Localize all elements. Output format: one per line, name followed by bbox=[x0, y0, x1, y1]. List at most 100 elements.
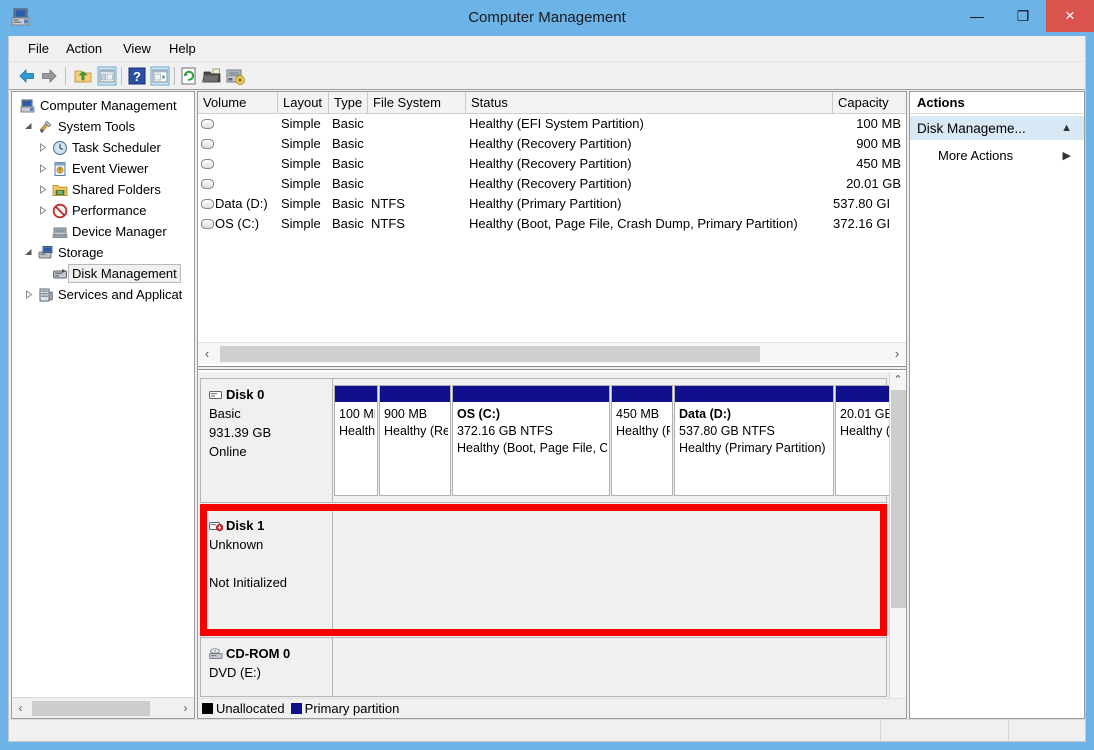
disk-legend: UnallocatedPrimary partition bbox=[198, 698, 906, 718]
maximize-button[interactable]: ❐ bbox=[1000, 0, 1046, 32]
cell-status: Healthy (Boot, Page File, Crash Dump, Pr… bbox=[469, 214, 831, 234]
cell-type: Basic bbox=[332, 194, 368, 214]
status-segment-main bbox=[9, 720, 881, 741]
partition-recovery-900mb[interactable]: 900 MB Healthy (Recovery Partition) bbox=[379, 385, 451, 496]
tree-item-performance[interactable]: Performance bbox=[12, 200, 194, 221]
chevron-up-icon[interactable]: ▲ bbox=[1061, 116, 1072, 141]
expander-collapsed-icon[interactable] bbox=[38, 206, 47, 215]
partition-recovery-450mb[interactable]: 450 MB Healthy (Recovery Partition) bbox=[611, 385, 673, 496]
chevron-right-icon[interactable]: ▶ bbox=[1063, 144, 1071, 168]
tree-item-computer-management[interactable]: Computer Management bbox=[12, 95, 194, 116]
volume-icon bbox=[201, 179, 214, 189]
disk-1-header[interactable]: Disk 1 Unknown Not Initialized bbox=[201, 510, 333, 630]
partition-efi[interactable]: 100 MB Healthy (EFI System Partition) bbox=[334, 385, 378, 496]
rescan-disks-icon[interactable] bbox=[225, 66, 245, 86]
expander-collapsed-icon[interactable] bbox=[38, 164, 47, 173]
expander-collapsed-icon[interactable] bbox=[38, 143, 47, 152]
cell-layout: Simple bbox=[281, 194, 329, 214]
disk-view-vertical-scrollbar[interactable]: ⌃ ⌄ bbox=[889, 372, 906, 718]
disk-row-disk-1[interactable]: Disk 1 Unknown Not Initialized bbox=[200, 509, 887, 631]
tree-item-storage[interactable]: Storage bbox=[12, 242, 194, 263]
expander-expanded-icon[interactable] bbox=[24, 248, 33, 257]
expander-collapsed-icon[interactable] bbox=[24, 290, 33, 299]
tree-label: Services and Applicat bbox=[58, 284, 182, 305]
tree-label: Task Scheduler bbox=[72, 137, 161, 158]
tree-scroll-right-button[interactable]: › bbox=[177, 698, 194, 718]
disk-scroll-up-button[interactable]: ⌃ bbox=[890, 372, 906, 389]
partition-status: Healthy (EFI System Partition) bbox=[339, 423, 375, 440]
disk-0-header[interactable]: Disk 0 Basic 931.39 GB Online bbox=[201, 379, 333, 502]
list-scroll-right-button[interactable]: › bbox=[888, 343, 906, 364]
tree-item-shared-folders[interactable]: 22 Shared Folders bbox=[12, 179, 194, 200]
tree-item-device-manager[interactable]: Device Manager bbox=[12, 221, 194, 242]
column-header-type[interactable]: Type bbox=[329, 92, 368, 113]
disk-scroll-thumb[interactable] bbox=[891, 390, 906, 608]
show-hide-console-tree-icon[interactable] bbox=[97, 66, 117, 86]
cell-capacity: 20.01 GB bbox=[833, 174, 901, 194]
partition-data-d[interactable]: Data (D:) 537.80 GB NTFS Healthy (Primar… bbox=[674, 385, 834, 496]
cdrom-0-header[interactable]: CD-ROM 0 DVD (E:) bbox=[201, 638, 333, 696]
expander-expanded-icon[interactable] bbox=[24, 122, 33, 131]
cell-status: Healthy (Recovery Partition) bbox=[469, 174, 831, 194]
table-row[interactable]: Simple Basic Healthy (Recovery Partition… bbox=[198, 154, 906, 174]
disk-icon bbox=[209, 390, 223, 401]
table-row[interactable]: Simple Basic Healthy (Recovery Partition… bbox=[198, 174, 906, 194]
volume-icon bbox=[201, 219, 214, 229]
volume-list-header: Volume Layout Type File System Status Ca… bbox=[198, 92, 906, 114]
tree-item-disk-management[interactable]: Disk Management bbox=[12, 263, 194, 284]
show-hide-action-pane-icon[interactable] bbox=[150, 66, 170, 86]
disk-row-disk-0[interactable]: Disk 0 Basic 931.39 GB Online 10 bbox=[200, 378, 887, 503]
menu-bar: File Action View Help bbox=[9, 36, 1085, 62]
minimize-button[interactable]: — bbox=[954, 0, 1000, 32]
partition-title: Data (D:) bbox=[679, 407, 731, 421]
action-more-actions[interactable]: More Actions ▶ bbox=[910, 144, 1084, 168]
expander-collapsed-icon[interactable] bbox=[38, 185, 47, 194]
close-button[interactable]: × bbox=[1046, 0, 1094, 32]
tree-label: Device Manager bbox=[72, 221, 167, 242]
cell-status: Healthy (Recovery Partition) bbox=[469, 134, 831, 154]
list-scroll-left-button[interactable]: ‹ bbox=[198, 343, 216, 364]
column-header-file-system[interactable]: File System bbox=[368, 92, 466, 113]
forward-icon[interactable] bbox=[39, 66, 59, 86]
tree-scroll-left-button[interactable]: ‹ bbox=[12, 698, 29, 718]
table-row[interactable]: Simple Basic Healthy (EFI System Partiti… bbox=[198, 114, 906, 134]
menu-file[interactable]: File bbox=[19, 36, 58, 62]
up-folder-icon[interactable] bbox=[73, 66, 93, 86]
cell-status: Healthy (Recovery Partition) bbox=[469, 154, 831, 174]
help-icon[interactable]: ? bbox=[127, 66, 147, 86]
volume-list-horizontal-scrollbar[interactable]: ‹ › bbox=[198, 342, 906, 364]
tree-item-system-tools[interactable]: System Tools bbox=[12, 116, 194, 137]
cdrom-0-partitions bbox=[334, 638, 886, 696]
volume-list: Volume Layout Type File System Status Ca… bbox=[198, 92, 906, 375]
disk-management-icon bbox=[52, 266, 68, 282]
disk-canvas: Disk 0 Basic 931.39 GB Online 10 bbox=[198, 372, 889, 718]
column-header-status[interactable]: Status bbox=[466, 92, 833, 113]
list-scroll-thumb[interactable] bbox=[220, 346, 760, 362]
column-header-layout[interactable]: Layout bbox=[278, 92, 329, 113]
tree-horizontal-scrollbar[interactable]: ‹ › bbox=[12, 697, 194, 718]
disk-row-cdrom-0[interactable]: CD-ROM 0 DVD (E:) bbox=[200, 637, 887, 697]
menu-help[interactable]: Help bbox=[160, 36, 205, 62]
refresh-icon[interactable] bbox=[179, 66, 199, 86]
menu-view[interactable]: View bbox=[114, 36, 160, 62]
partition-os-c[interactable]: OS (C:) 372.16 GB NTFS Healthy (Boot, Pa… bbox=[452, 385, 610, 496]
tree-scroll-thumb[interactable] bbox=[32, 701, 150, 716]
table-row[interactable]: Data (D:) Simple Basic NTFS Healthy (Pri… bbox=[198, 194, 906, 214]
tree-item-task-scheduler[interactable]: Task Scheduler bbox=[12, 137, 194, 158]
pane-splitter[interactable] bbox=[198, 366, 906, 370]
menu-action[interactable]: Action bbox=[57, 36, 111, 62]
column-header-volume[interactable]: Volume bbox=[198, 92, 278, 113]
tree-item-event-viewer[interactable]: Event Viewer bbox=[12, 158, 194, 179]
column-header-capacity[interactable]: Capacity bbox=[833, 92, 906, 113]
table-row[interactable]: OS (C:) Simple Basic NTFS Healthy (Boot,… bbox=[198, 214, 906, 234]
cell-capacity: 900 MB bbox=[833, 134, 901, 154]
cell-type: Basic bbox=[332, 134, 368, 154]
actions-group-disk-management[interactable]: Disk Manageme... ▲ bbox=[910, 115, 1084, 140]
disk-management-pane: Volume Layout Type File System Status Ca… bbox=[197, 91, 907, 719]
tree-item-services-and-applications[interactable]: Services and Applicat bbox=[12, 284, 194, 305]
table-row[interactable]: Simple Basic Healthy (Recovery Partition… bbox=[198, 134, 906, 154]
export-list-icon[interactable] bbox=[202, 66, 222, 86]
console-tree-pane: Computer Management System Tools bbox=[11, 91, 195, 719]
back-icon[interactable] bbox=[17, 66, 37, 86]
cell-layout: Simple bbox=[281, 134, 329, 154]
